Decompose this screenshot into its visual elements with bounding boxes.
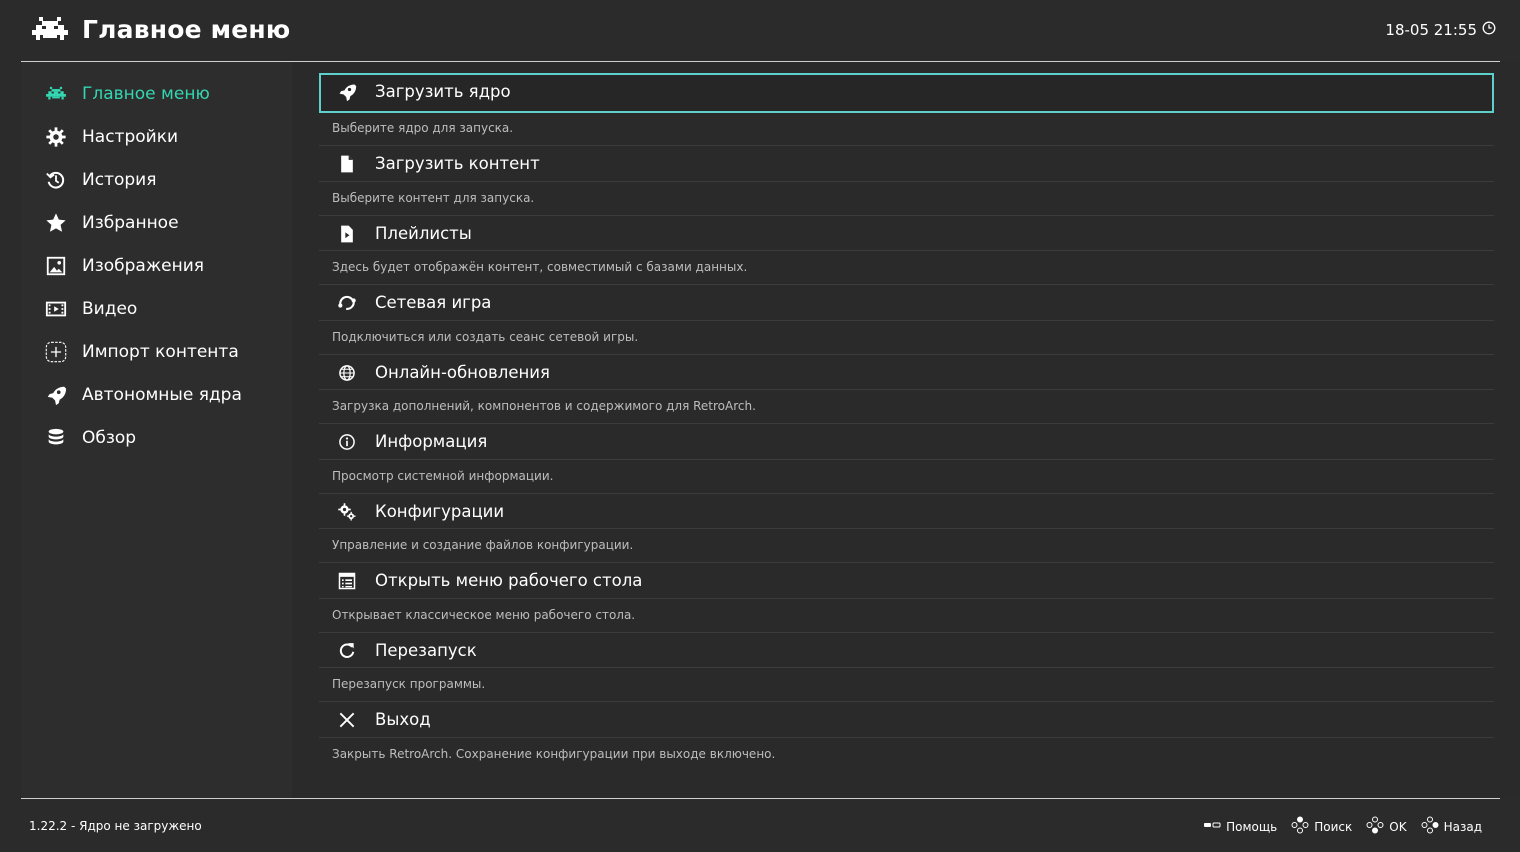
rocket-icon [335, 80, 359, 104]
menu-item-description: Загрузка дополнений, компонентов и содер… [332, 399, 756, 413]
image-icon [43, 253, 69, 279]
menu-item-configurations[interactable]: Конфигурации [319, 493, 1494, 531]
menu-item-netplay[interactable]: Сетевая игра [319, 284, 1494, 322]
header: Главное меню 18-05 21:55 [0, 0, 1520, 62]
sidebar-item-label: Изображения [82, 256, 205, 276]
menu-item-description: Подключиться или создать сеанс сетевой и… [332, 330, 639, 344]
menu-item-description: Просмотр системной информации. [332, 469, 554, 483]
footer: 1.22.2 - Ядро не загружено Помощь Поиск … [0, 799, 1520, 852]
menu-item-playlists[interactable]: Плейлисты [319, 215, 1494, 253]
menu-item-description: Выберите ядро для запуска. [332, 121, 514, 135]
gamepad-buttons-icon [1366, 816, 1384, 837]
select-button-icon [1203, 816, 1221, 837]
globe-icon [335, 361, 359, 385]
menu-item-description: Закрыть RetroArch. Сохранение конфигурац… [332, 747, 776, 761]
menu-item-label: Перезапуск [375, 641, 477, 660]
retroarch-logo-icon [30, 15, 70, 45]
page-title: Главное меню [82, 15, 291, 44]
menu-item-label: Загрузить ядро [375, 82, 511, 101]
version-status: 1.22.2 - Ядро не загружено [29, 819, 202, 833]
hint-help[interactable]: Помощь [1203, 816, 1277, 837]
hint-search[interactable]: Поиск [1291, 816, 1352, 837]
menu-item-description: Выберите контент для запуска. [332, 191, 535, 205]
menu-item-description: Перезапуск программы. [332, 677, 486, 691]
desktop-menu-icon [335, 569, 359, 593]
sidebar-item-label: Настройки [82, 127, 179, 147]
history-icon [43, 167, 69, 193]
sidebar-item-standalone-cores[interactable]: Автономные ядра [21, 375, 292, 415]
hint-ok[interactable]: OK [1366, 816, 1407, 837]
menu-item-label: Плейлисты [375, 224, 472, 243]
button-hints: Помощь Поиск OK Назад [1203, 816, 1482, 837]
sidebar-item-history[interactable]: История [21, 160, 292, 200]
film-icon [43, 296, 69, 322]
sidebar-item-label: Импорт контента [82, 342, 239, 362]
gear-icon [43, 124, 69, 150]
clock-icon [1482, 19, 1496, 41]
menu-item-description: Здесь будет отображён контент, совместим… [332, 260, 748, 274]
menu-item-load-core[interactable]: Загрузить ядро [319, 73, 1494, 113]
sidebar-item-label: История [82, 170, 157, 190]
sidebar-item-label: Избранное [82, 213, 179, 233]
main-menu-list: Загрузить ядро Выберите ядро для запуска… [292, 62, 1520, 798]
divider [319, 250, 1494, 251]
menu-item-label: Информация [375, 432, 488, 451]
sidebar-item-import-content[interactable]: Импорт контента [21, 332, 292, 372]
divider [319, 667, 1494, 668]
menu-item-label: Выход [375, 710, 431, 729]
divider [319, 737, 1494, 738]
menu-item-load-content[interactable]: Загрузить контент [319, 145, 1494, 183]
sidebar: Главное меню Настройки История Избранное… [21, 62, 292, 798]
hint-label: Помощь [1226, 819, 1278, 834]
netplay-icon [335, 291, 359, 315]
datetime-text: 18-05 21:55 [1385, 21, 1477, 39]
hint-label: Поиск [1314, 819, 1353, 834]
gamepad-buttons-icon [1421, 816, 1439, 837]
sidebar-item-label: Видео [82, 299, 138, 319]
menu-item-quit[interactable]: Выход [319, 701, 1494, 739]
close-icon [335, 708, 359, 732]
divider [319, 320, 1494, 321]
gamepad-buttons-icon [1291, 816, 1309, 837]
sidebar-item-images[interactable]: Изображения [21, 246, 292, 286]
sidebar-item-video[interactable]: Видео [21, 289, 292, 329]
divider [319, 528, 1494, 529]
star-icon [43, 210, 69, 236]
database-icon [43, 425, 69, 451]
sidebar-item-settings[interactable]: Настройки [21, 117, 292, 157]
sidebar-item-label: Автономные ядра [82, 385, 242, 405]
menu-item-label: Загрузить контент [375, 154, 540, 173]
add-content-icon [43, 339, 69, 365]
gears-icon [335, 500, 359, 524]
restart-icon [335, 639, 359, 663]
rocket-icon [43, 382, 69, 408]
menu-item-label: Онлайн-обновления [375, 363, 550, 382]
divider [319, 181, 1494, 182]
playlist-file-icon [335, 222, 359, 246]
hint-label: Назад [1443, 819, 1482, 834]
menu-item-description: Открывает классическое меню рабочего сто… [332, 608, 636, 622]
sidebar-item-label: Обзор [82, 428, 137, 448]
menu-item-label: Конфигурации [375, 502, 505, 521]
hint-back[interactable]: Назад [1421, 816, 1482, 837]
sidebar-item-label: Главное меню [82, 84, 210, 104]
clock: 18-05 21:55 [1385, 19, 1496, 41]
divider [319, 459, 1494, 460]
info-icon [335, 430, 359, 454]
divider [319, 389, 1494, 390]
divider [319, 598, 1494, 599]
menu-item-label: Открыть меню рабочего стола [375, 571, 643, 590]
menu-item-description: Управление и создание файлов конфигураци… [332, 538, 634, 552]
hint-label: OK [1389, 819, 1407, 834]
menu-item-desktop-menu[interactable]: Открыть меню рабочего стола [319, 562, 1494, 600]
menu-item-label: Сетевая игра [375, 293, 492, 312]
sidebar-item-main-menu[interactable]: Главное меню [21, 74, 292, 114]
retroarch-invader-icon [43, 81, 69, 107]
menu-item-online-updater[interactable]: Онлайн-обновления [319, 354, 1494, 392]
menu-item-restart[interactable]: Перезапуск [319, 632, 1494, 670]
sidebar-item-browse[interactable]: Обзор [21, 418, 292, 458]
menu-item-information[interactable]: Информация [319, 423, 1494, 461]
sidebar-item-favorites[interactable]: Избранное [21, 203, 292, 243]
file-icon [335, 152, 359, 176]
